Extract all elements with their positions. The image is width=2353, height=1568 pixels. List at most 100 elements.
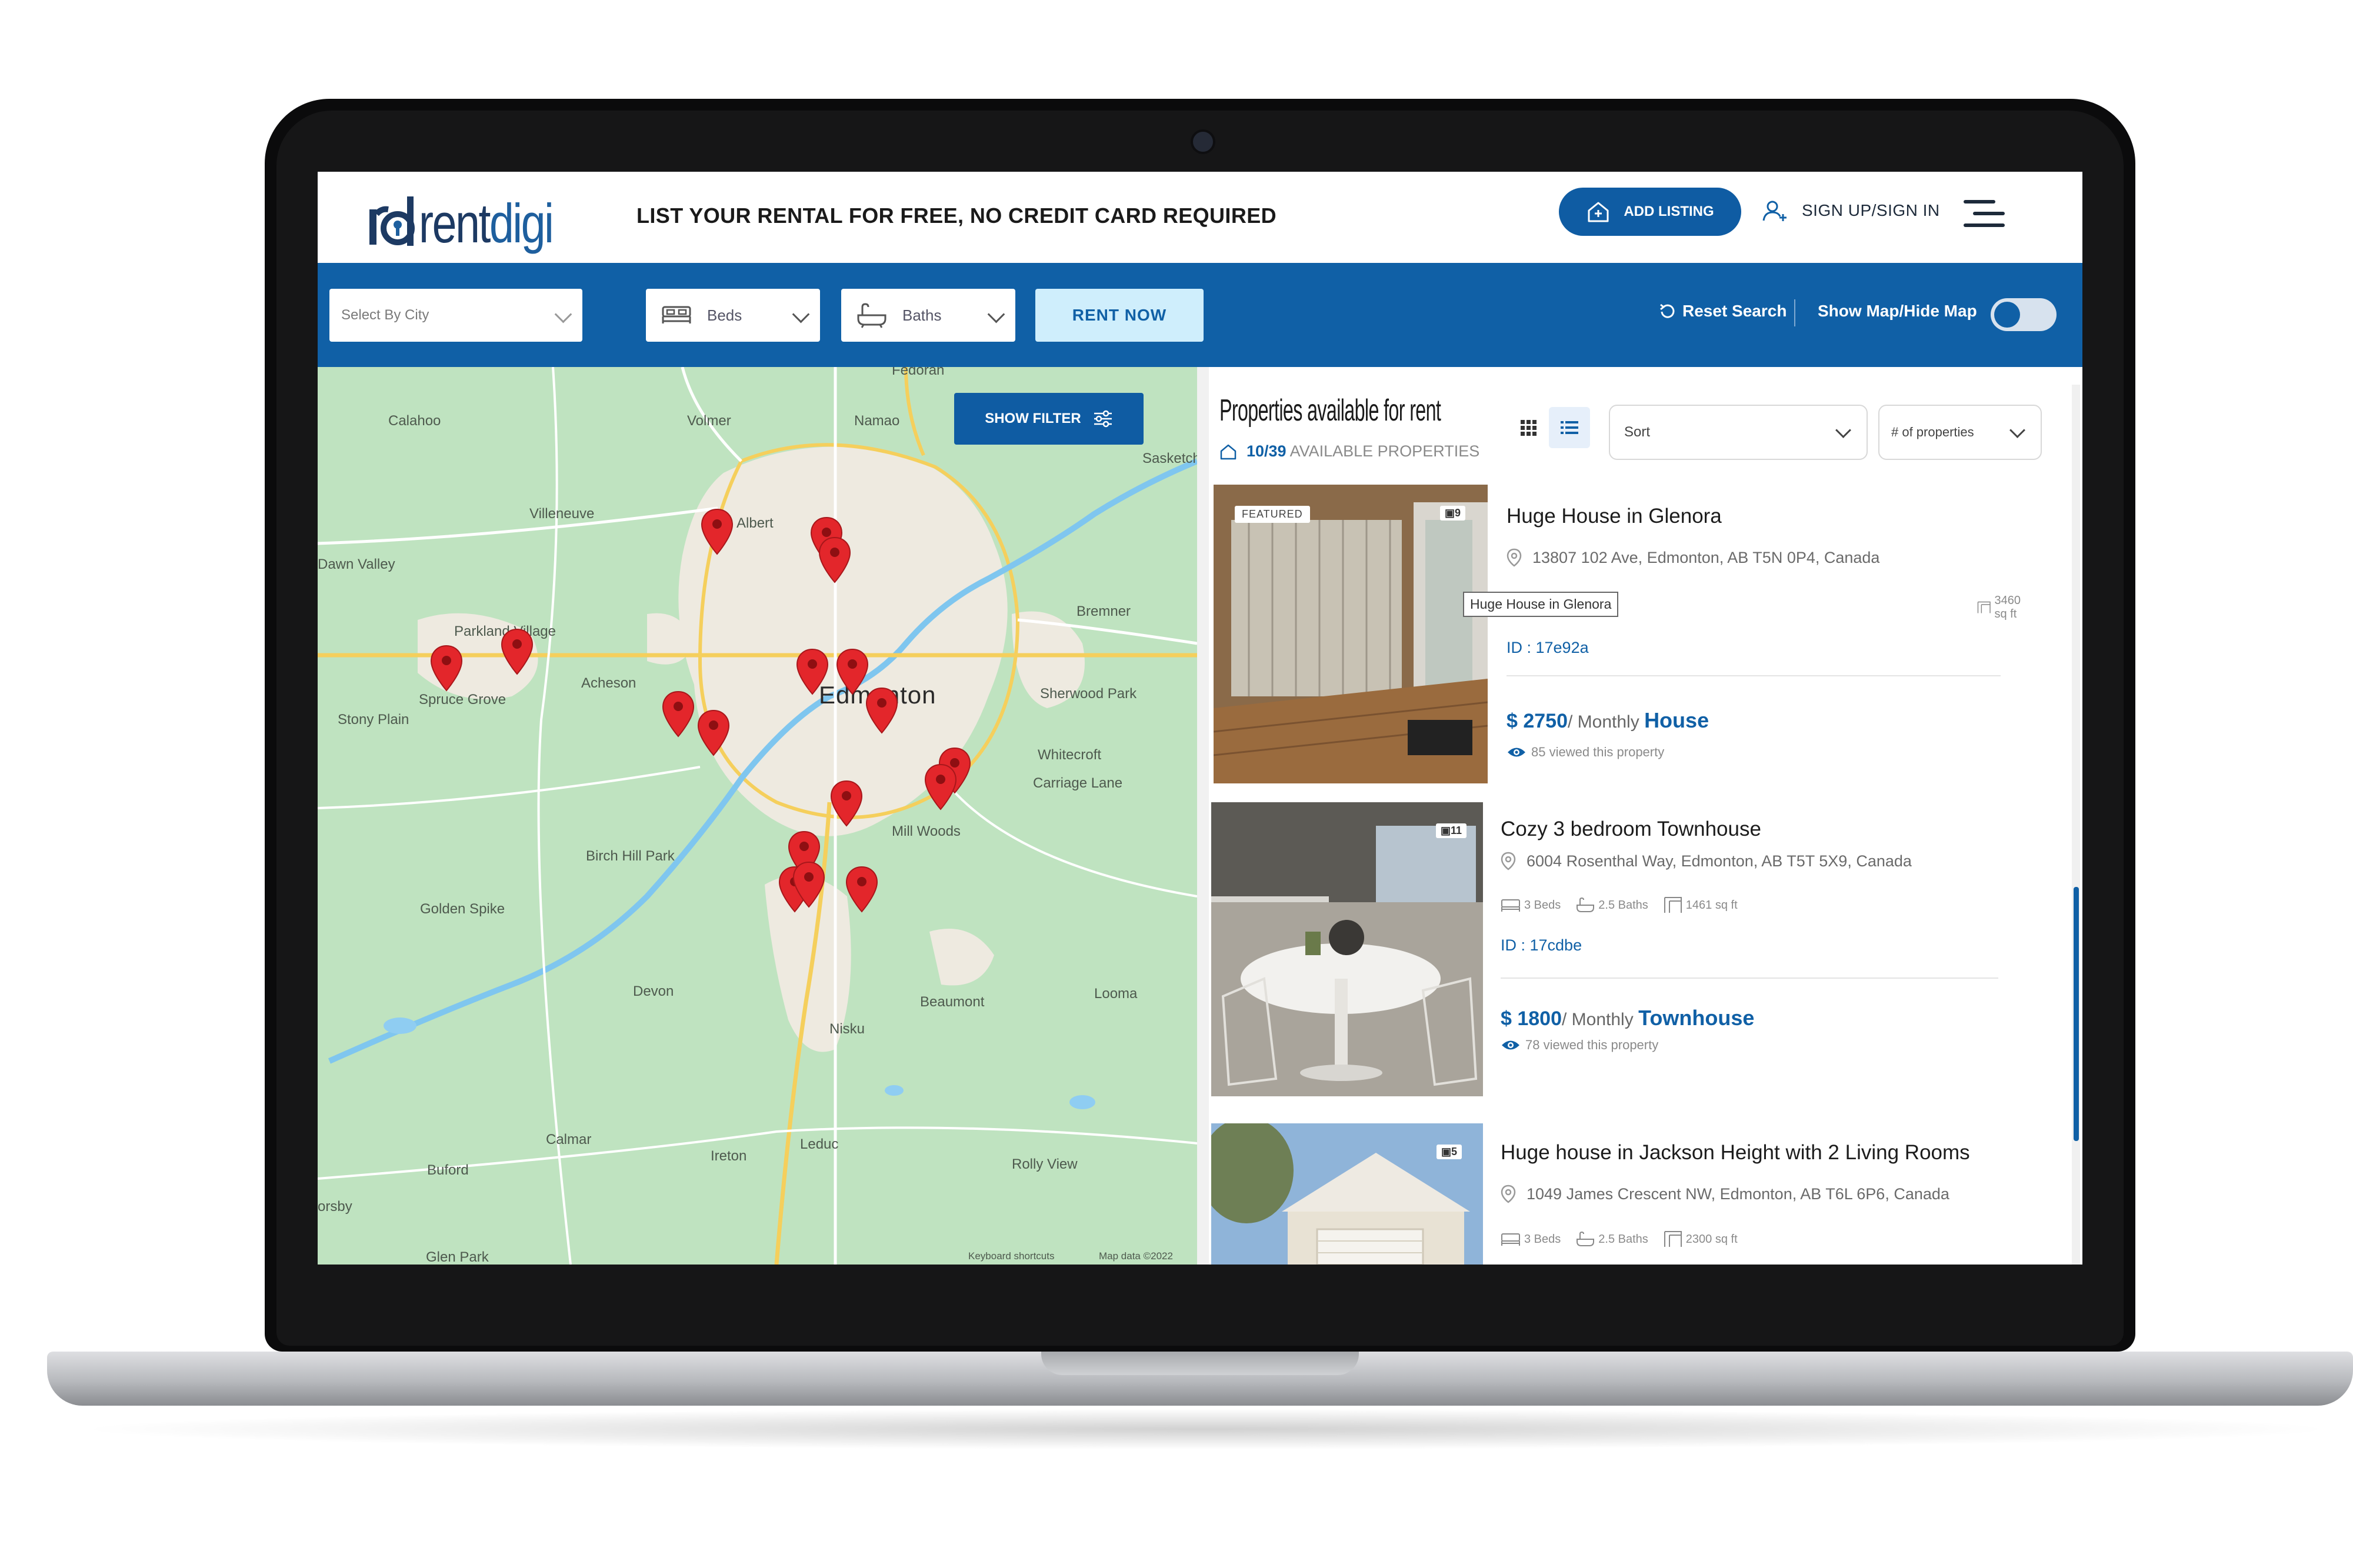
map-toggle[interactable] (1991, 298, 2057, 331)
map-pin-icon[interactable] (700, 508, 734, 555)
panel-gutter (1197, 367, 1209, 1265)
city-select[interactable]: Select By City (329, 289, 582, 342)
map-pin-icon[interactable] (818, 536, 852, 583)
map-label: Birch Hill Park (586, 848, 675, 864)
listing-card[interactable]: FEATURED ▣9 Huge House in Glenora 13807 … (1209, 485, 2032, 783)
eye-icon (1502, 1040, 1519, 1050)
map-label: Villeneuve (529, 506, 595, 522)
listing-photo[interactable]: ▣5 (1211, 1123, 1483, 1265)
map-background (318, 367, 1197, 1265)
dining-photo-image (1211, 802, 1483, 1096)
listing-card[interactable]: ▣5 Huge house in Jackson Height with 2 L… (1209, 1123, 2032, 1265)
map-pin-icon[interactable] (792, 861, 826, 908)
map-label: Spruce Grove (419, 692, 506, 708)
screen: rentdigi LIST YOUR RENTAL FOR FREE, NO C… (318, 172, 2082, 1265)
chevron-down-icon (987, 305, 1005, 323)
map-view[interactable]: Calahoo Volmer Namao Villeneuve Albert D… (318, 367, 1197, 1265)
sort-select[interactable]: Sort (1609, 405, 1868, 460)
show-filter-button[interactable]: SHOW FILTER (954, 393, 1144, 445)
listing-area: 3460 sq ft (1994, 594, 2021, 620)
logo-text: rentdigi (419, 192, 554, 254)
listing-features: 3460 sq ft (1977, 594, 2032, 621)
logo-text-rent: rent (419, 192, 491, 254)
reset-icon (1660, 303, 1675, 318)
logo-text-digi: digi (489, 192, 554, 254)
listing-photo[interactable]: ▣11 (1211, 802, 1483, 1096)
logo-mark-icon (369, 196, 415, 246)
listing-features: 3 Beds 2.5 Baths 1461 sq ft (1501, 896, 1738, 914)
listing-area: 1461 sq ft (1685, 898, 1738, 912)
listings-scrollbar-thumb[interactable] (2074, 887, 2079, 1141)
map-pin-icon[interactable] (500, 628, 534, 675)
title-tooltip: Huge House in Glenora (1463, 592, 1619, 617)
listing-address-text: 13807 102 Ave, Edmonton, AB T5N 0P4, Can… (1532, 548, 1880, 566)
map-label: Volmer (687, 413, 731, 429)
chevron-down-icon (1835, 422, 1851, 438)
listing-photo[interactable]: FEATURED ▣9 (1214, 485, 1488, 783)
photo-count: 9 (1454, 507, 1461, 519)
map-label: Acheson (581, 675, 636, 691)
listing-title[interactable]: Cozy 3 bedroom Townhouse (1501, 818, 1761, 841)
map-pin-icon[interactable] (865, 687, 899, 734)
reset-search-button[interactable]: Reset Search (1659, 302, 1787, 321)
house-plus-icon (1588, 202, 1609, 222)
views-text: 85 viewed this property (1531, 745, 1665, 759)
list-view-icon[interactable] (1549, 407, 1590, 448)
show-filter-label: SHOW FILTER (985, 411, 1081, 426)
list-icon (1561, 421, 1578, 434)
map-label: Calahoo (388, 413, 441, 429)
map-label: Beaumont (920, 994, 985, 1010)
map-label: Mill Woods (892, 823, 961, 839)
map-label: Stony Plain (338, 712, 409, 728)
map-pin-icon[interactable] (661, 690, 695, 738)
map-pin-icon[interactable] (924, 763, 958, 810)
listing-views: 85 viewed this property (1507, 745, 1664, 760)
map-label: Ireton (711, 1148, 747, 1164)
listing-address-text: 1049 James Crescent NW, Edmonton, AB T6L… (1527, 1185, 1949, 1203)
listing-price: $ 1800/ Monthly Townhouse (1501, 1006, 1754, 1030)
laptop-base-notch (1041, 1352, 1359, 1375)
map-label: Map data ©2022 (1099, 1250, 1173, 1262)
rent-now-button[interactable]: RENT NOW (1035, 289, 1204, 342)
map-pin-icon[interactable] (795, 648, 829, 695)
photo-count: 11 (1450, 825, 1462, 836)
price-amount: $ 2750 (1507, 710, 1568, 732)
hamburger-icon[interactable] (1964, 200, 2005, 227)
map-pin-icon[interactable] (829, 780, 864, 827)
sort-select-label: Sort (1624, 424, 1651, 440)
user-plus-icon (1762, 201, 1787, 221)
listing-price: $ 2750/ Monthly House (1507, 708, 1709, 733)
map-pin-icon[interactable] (429, 645, 464, 692)
sign-in-link[interactable]: SIGN UP/SIGN IN (1762, 199, 1940, 222)
photo-count-badge: ▣11 (1435, 823, 1467, 838)
map-pin-icon[interactable] (696, 709, 731, 756)
listing-baths: 2.5 Baths (1598, 898, 1648, 912)
property-count-label: # of properties (1891, 425, 1974, 439)
map-pin-icon[interactable] (845, 866, 879, 913)
sign-in-label: SIGN UP/SIGN IN (1802, 201, 1940, 219)
baths-select[interactable]: Baths (841, 289, 1015, 342)
location-pin-icon (1507, 548, 1522, 567)
listing-address: 6004 Rosenthal Way, Edmonton, AB T5T 5X9… (1501, 852, 1912, 870)
listing-views: 78 viewed this property (1501, 1037, 1658, 1053)
featured-badge: FEATURED (1235, 506, 1310, 523)
bed-icon (1501, 899, 1520, 912)
bed-icon (1501, 1233, 1520, 1246)
map-label: Keyboard shortcuts (968, 1250, 1055, 1262)
property-type: House (1644, 708, 1709, 732)
grid-icon (1521, 420, 1537, 436)
bathtub-icon (1577, 897, 1595, 912)
listing-title[interactable]: Huge house in Jackson Height with 2 Livi… (1501, 1141, 1970, 1165)
beds-select[interactable]: Beds (646, 289, 820, 342)
property-count-select[interactable]: # of properties (1878, 405, 2042, 460)
laptop-shadow (71, 1409, 2341, 1450)
listing-title[interactable]: Huge House in Glenora (1507, 505, 1722, 528)
add-listing-button[interactable]: ADD LISTING (1559, 188, 1741, 236)
rentdigi-logo[interactable]: rentdigi (368, 182, 554, 253)
camera-icon (1191, 129, 1215, 154)
grid-view-icon[interactable] (1508, 407, 1549, 448)
listing-card[interactable]: ▣11 Cozy 3 bedroom Townhouse 6004 Rosent… (1209, 802, 2032, 1096)
reset-search-label: Reset Search (1682, 302, 1787, 320)
city-select-placeholder: Select By City (341, 307, 429, 323)
listing-address-text: 6004 Rosenthal Way, Edmonton, AB T5T 5X9… (1527, 852, 1912, 870)
